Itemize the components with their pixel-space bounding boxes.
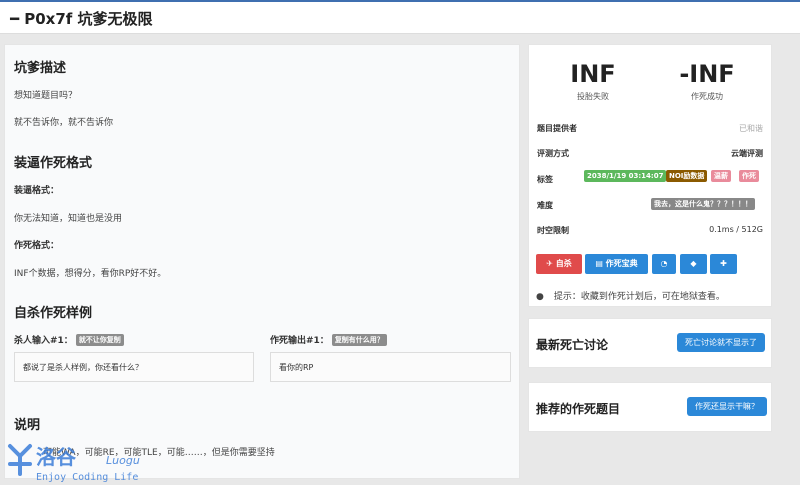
judge-label: 评测方式 (537, 149, 569, 158)
description-heading: 坑爹描述 (14, 61, 67, 76)
discussion-button[interactable]: 死亡讨论就不显示了 (677, 333, 765, 352)
tag-icon: ◆ (690, 259, 697, 268)
svg-text:Luogu: Luogu (106, 454, 140, 467)
sample-heading: 自杀作死样例 (14, 306, 93, 321)
tags-button[interactable]: ◆ (680, 254, 707, 274)
submit-count: INF (570, 60, 616, 88)
sample-input-box: 都说了是杀人样例，你还看什么？ (14, 352, 254, 382)
page-title: ━ P0x7f 坑爹无极限 (10, 10, 153, 28)
tag-salary[interactable]: 温薪 (711, 170, 731, 182)
description-text-1: 想知道题目吗？ (14, 91, 78, 101)
ac-count: -INF (679, 60, 735, 88)
note-heading: 说明 (14, 418, 41, 433)
luogu-logo: 洛谷 Luogu Enjoy Coding Life (4, 438, 154, 484)
judge-value: 云端评测 (731, 149, 763, 158)
input-format-text: 你无法知道，知道也是没用 (14, 214, 123, 224)
provider-value[interactable]: 已和谐 (739, 123, 763, 134)
tag-die[interactable]: 作死 (739, 170, 759, 182)
sample-output-label: 作死输出#1： 复制有什么用？ (270, 333, 387, 346)
hint-item: ● 提示：收藏到作死计划后，可在地狱查看。 (536, 289, 725, 302)
discussion-title: 最新死亡讨论 (536, 338, 609, 352)
hint-text: 提示：收藏到作死计划后，可在地狱查看。 (553, 292, 725, 302)
sample-input-label-text: 杀人输入#1： (14, 336, 73, 346)
top-bar: ━ P0x7f 坑爹无极限 (0, 0, 800, 34)
provider-label: 题目提供者 (537, 124, 577, 133)
difficulty-label: 难度 (537, 201, 553, 210)
description-text-2: 就不告诉你，就不告诉你 (14, 118, 114, 128)
solutions-button[interactable]: ▤ 作死宝典 (585, 254, 648, 274)
luogu-logo-mark: 洛谷 Luogu Enjoy Coding Life (8, 444, 140, 483)
copy-input-button[interactable]: 就不让你复制 (75, 334, 124, 346)
svg-text:Enjoy Coding Life: Enjoy Coding Life (36, 472, 138, 483)
recommend-card: 推荐的作死题目 作死还显示干嘛？ (528, 382, 772, 432)
format-heading: 装逼作死格式 (14, 156, 93, 171)
recommend-title: 推荐的作死题目 (536, 402, 621, 416)
output-format-text: INF个数据，想得分，看你RP好不好。 (14, 269, 167, 279)
stats-button[interactable]: ◔ (652, 254, 676, 274)
sample-output-box: 看你的RP (270, 352, 511, 382)
input-format-label: 装逼格式： (14, 186, 60, 196)
problem-info-card: INF 投胎失败 -INF 作死成功 题目提供者 已和谐 评测方式 云端评测 标… (528, 44, 772, 307)
discussion-card: 最新死亡讨论 死亡讨论就不显示了 (528, 318, 772, 368)
tags-label: 标签 (537, 175, 553, 184)
pie-chart-icon: ◔ (660, 259, 668, 268)
output-format-label: 作死格式： (14, 241, 60, 251)
ac-count-label: 作死成功 (691, 92, 723, 101)
plus-icon: ✚ (720, 259, 727, 268)
tag-data[interactable]: NOI励数据 (666, 170, 708, 182)
problem-panel: 坑爹描述 想知道题目吗？ 就不告诉你，就不告诉你 装逼作死格式 装逼格式： 你无… (4, 44, 520, 479)
submit-count-label: 投胎失败 (577, 92, 609, 101)
sample-output-label-text: 作死输出#1： (270, 336, 329, 346)
submit-button[interactable]: ✈ 自杀 (536, 254, 582, 274)
bullet-icon: ● (536, 292, 544, 302)
recommend-button[interactable]: 作死还显示干嘛？ (687, 397, 767, 416)
difficulty-badge: 我去，这是什么鬼？？？！！！ (651, 198, 755, 210)
limit-value: 0.1ms / 512G (709, 225, 763, 234)
sample-input-label: 杀人输入#1： 就不让你复制 (14, 333, 124, 346)
add-button[interactable]: ✚ (710, 254, 737, 274)
copy-output-button[interactable]: 复制有什么用？ (331, 334, 387, 346)
tag-date[interactable]: 2038/1/19 03:14:07 (584, 170, 667, 182)
svg-text:洛谷: 洛谷 (36, 445, 77, 469)
limit-label: 时空限制 (537, 226, 569, 235)
